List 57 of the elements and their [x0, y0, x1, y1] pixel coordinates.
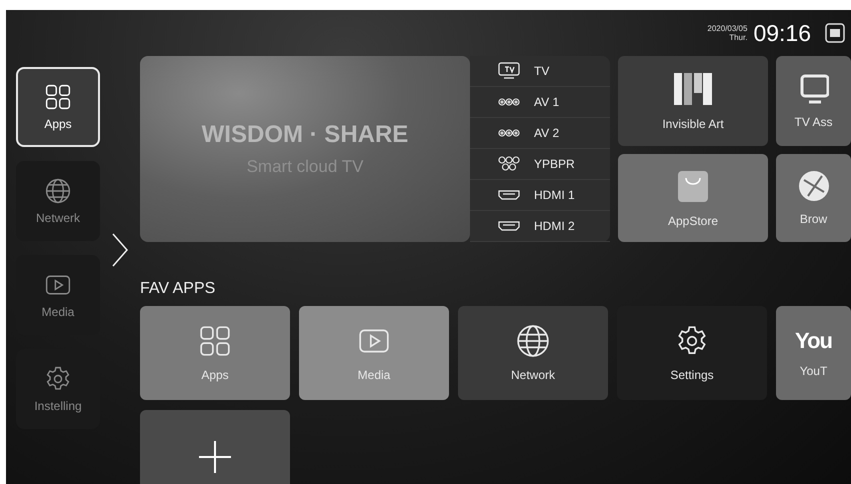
monitor-icon	[798, 73, 828, 105]
app-tile[interactable]: You YouT	[776, 306, 851, 400]
sidebar-label: Instelling	[34, 399, 82, 413]
clock-time: 09:16	[753, 20, 811, 46]
date-text: 2020/03/05	[707, 24, 748, 33]
hdmi-icon	[498, 220, 520, 232]
connector-icon	[498, 128, 520, 138]
art-icon	[673, 71, 713, 107]
app-tile[interactable]: Apps	[140, 306, 290, 400]
app-label: Invisible Art	[662, 117, 724, 131]
app-label: YouT	[800, 364, 828, 378]
app-tile[interactable]: AppStore	[618, 154, 768, 242]
chevron-right-icon[interactable]	[111, 232, 129, 268]
connector-icon	[498, 156, 520, 172]
sidebar-item[interactable]: Netwerk	[16, 161, 100, 241]
app-label: Media	[358, 368, 390, 382]
input-source-item[interactable]: YPBPR	[470, 149, 610, 180]
source-label: AV 2	[534, 126, 560, 140]
app-label: Apps	[201, 368, 229, 382]
sidebar-label: Netwerk	[36, 211, 80, 225]
logo-text: You	[795, 328, 832, 354]
input-source-item[interactable]: AV 2	[470, 118, 610, 149]
grid-icon	[44, 83, 72, 111]
source-label: AV 1	[534, 95, 560, 109]
input-source-item[interactable]: AV 1	[470, 87, 610, 118]
app-tile[interactable]: Settings	[617, 306, 767, 400]
app-tile[interactable]: Network	[458, 306, 608, 400]
sidebar-label: Apps	[44, 117, 72, 131]
input-source-item[interactable]: HDMI 1	[470, 180, 610, 211]
source-label: HDMI 1	[534, 188, 575, 202]
shopping-bag-icon	[676, 168, 710, 204]
grid-icon	[198, 324, 232, 358]
globe-icon	[516, 324, 550, 358]
app-tile[interactable]	[140, 410, 290, 484]
app-label: Settings	[670, 368, 714, 382]
weekday-text: Thur.	[729, 33, 748, 42]
app-label: AppStore	[668, 214, 718, 228]
app-label: Network	[510, 368, 555, 382]
app-tile[interactable]: Brow	[776, 154, 851, 242]
banner-title: WISDOM · SHARE	[202, 121, 408, 149]
source-label: TV	[534, 64, 550, 78]
input-source-item[interactable]: HDMI 2	[470, 211, 610, 242]
app-tile[interactable]: Invisible Art	[618, 56, 768, 146]
section-title: FAV APPS	[140, 280, 216, 298]
connector-icon	[498, 97, 520, 107]
globe-icon	[44, 177, 72, 205]
plus-icon	[198, 440, 232, 474]
hdmi-icon	[498, 189, 520, 201]
sidebar-label: Media	[42, 305, 74, 319]
tv-icon	[498, 62, 520, 80]
app-tile[interactable]: TV Ass	[776, 56, 851, 146]
app-label: TV Ass	[794, 115, 832, 129]
sidebar-item[interactable]: Apps	[16, 67, 100, 147]
source-label: YPBPR	[534, 157, 575, 171]
input-source-item[interactable]: TV	[470, 56, 610, 87]
source-label: HDMI 2	[534, 219, 575, 233]
app-label: Brow	[800, 212, 828, 226]
